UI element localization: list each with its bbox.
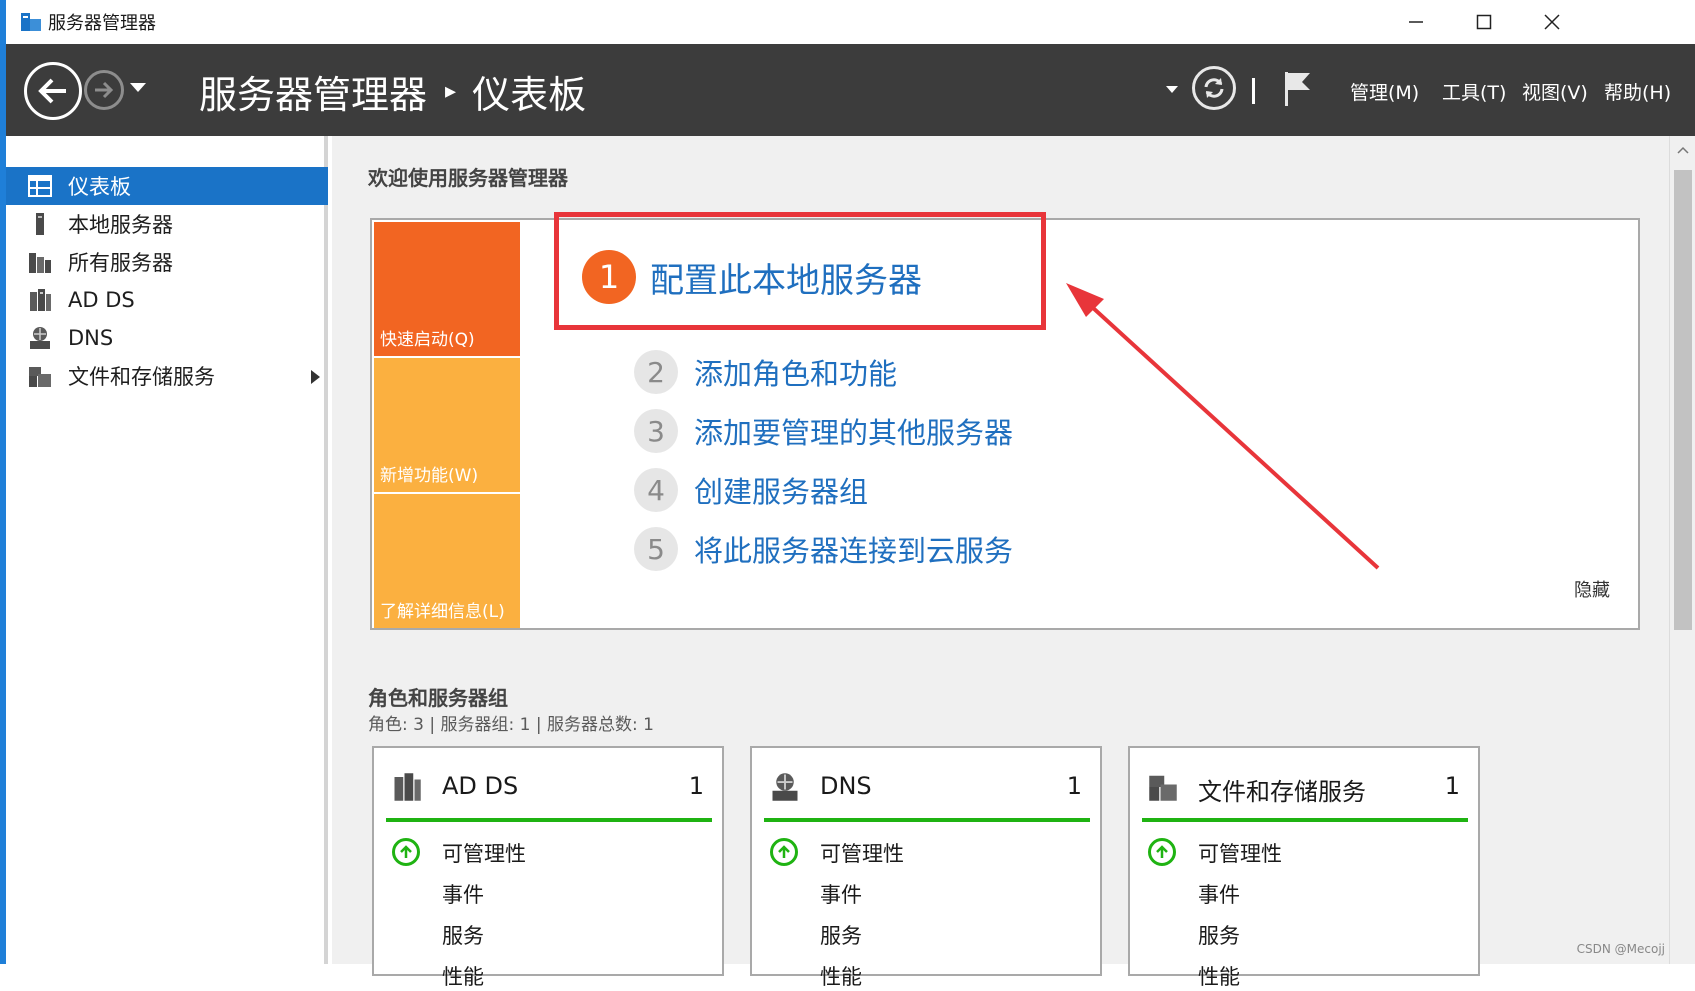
annotation-arrow-icon [1066, 283, 1380, 570]
card-row-performance[interactable]: 性能 [442, 961, 484, 991]
card-row-performance[interactable]: 性能 [1198, 961, 1240, 991]
watermark: CSDN @Mecojj [1576, 942, 1665, 956]
card-row-performance[interactable]: 性能 [820, 961, 862, 991]
